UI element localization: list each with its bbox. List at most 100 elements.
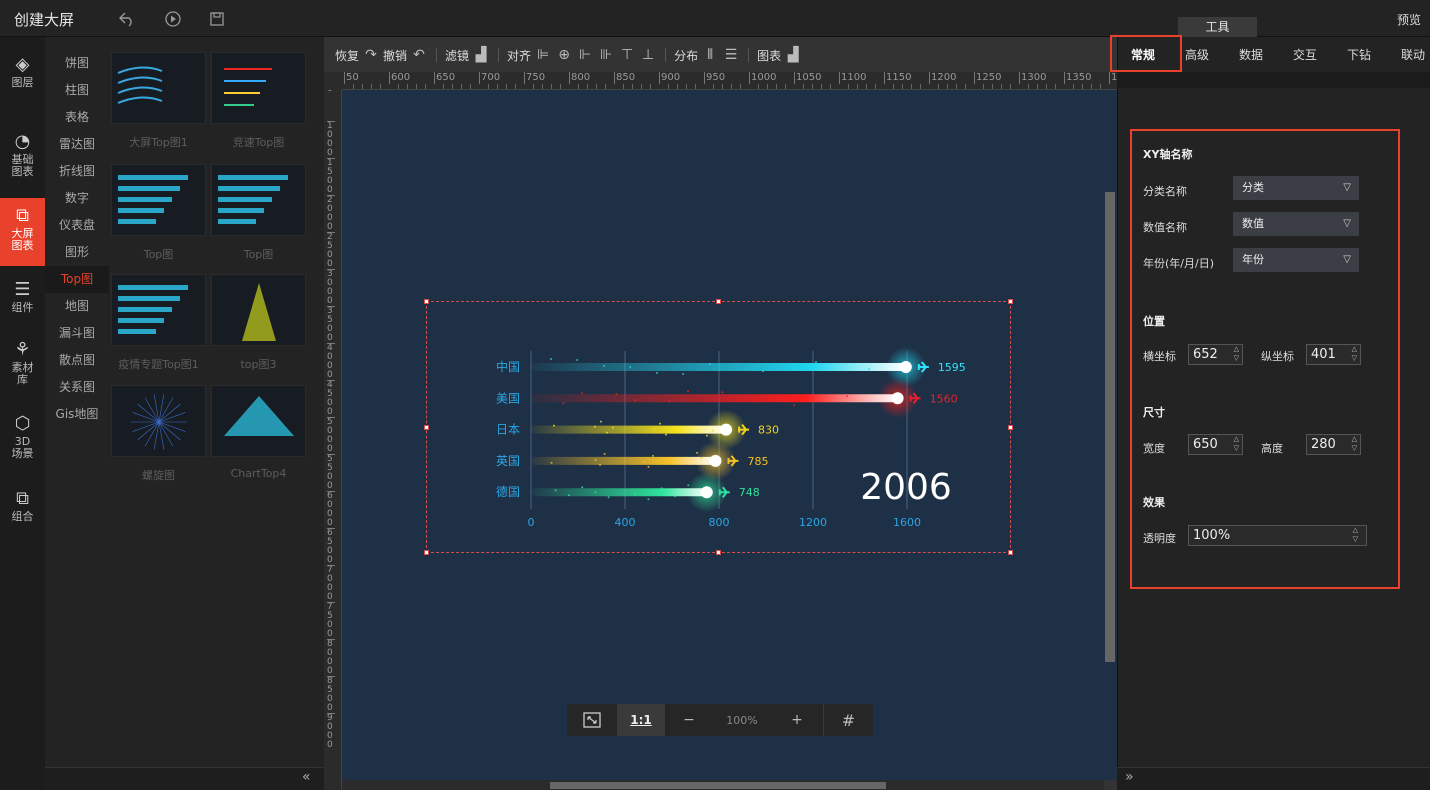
width-input[interactable]: 650 △ ▽ bbox=[1188, 434, 1243, 455]
sidebar-item-7[interactable]: ⧉ 组合 bbox=[0, 485, 45, 529]
category-item[interactable]: 柱图 bbox=[45, 77, 109, 104]
resize-handle[interactable] bbox=[424, 550, 429, 555]
resize-handle[interactable] bbox=[716, 299, 721, 304]
tab-2[interactable]: 高级 bbox=[1172, 44, 1222, 66]
ruler-label: 1300 bbox=[1019, 72, 1047, 84]
year-label: 年份(年/月/日) bbox=[1143, 257, 1214, 270]
chart-thumbnail[interactable] bbox=[211, 385, 306, 457]
tab-5[interactable]: 下钻 bbox=[1334, 44, 1384, 66]
undo-arrow-icon[interactable]: ↶ bbox=[410, 47, 428, 63]
category-item[interactable]: 地图 bbox=[45, 293, 109, 320]
category-item[interactable]: 数字 bbox=[45, 185, 109, 212]
stepper-icon[interactable]: △ ▽ bbox=[1352, 345, 1357, 363]
ruler-label: 7000 bbox=[327, 565, 335, 602]
resize-handle[interactable] bbox=[716, 550, 721, 555]
height-input[interactable]: 280 △ ▽ bbox=[1306, 434, 1361, 455]
vertical-scrollbar[interactable] bbox=[1104, 90, 1117, 780]
sidebar-item-6[interactable]: ⬡ 3D场景 bbox=[0, 410, 45, 468]
stepper-icon[interactable]: △ ▽ bbox=[1234, 435, 1239, 453]
resize-handle[interactable] bbox=[1008, 550, 1013, 555]
save-icon[interactable] bbox=[208, 10, 226, 28]
ruler-label: 0 bbox=[327, 90, 335, 94]
chart-thumbnail[interactable] bbox=[111, 385, 206, 457]
right-collapse-bar bbox=[1117, 767, 1430, 790]
stepper-icon[interactable]: △ ▽ bbox=[1234, 345, 1239, 363]
sidebar-item-3[interactable]: ⧉ 大屏图表 bbox=[0, 198, 45, 266]
scroll-thumb[interactable] bbox=[1105, 192, 1115, 662]
redo-icon[interactable]: ↷ bbox=[362, 47, 380, 63]
distribute-v-icon[interactable]: ☰ bbox=[722, 47, 740, 63]
vertical-ruler: 0 100015002000250030003500400045005000550… bbox=[324, 90, 342, 790]
undo-button[interactable]: 撤销 bbox=[383, 47, 407, 64]
category-item[interactable]: 饼图 bbox=[45, 50, 109, 77]
sidebar-item-1[interactable]: ◈ 图层 bbox=[0, 51, 45, 91]
sidebar-item-4[interactable]: ☰ 组件 bbox=[0, 276, 45, 320]
x-coord-input[interactable]: 652 △ ▽ bbox=[1188, 344, 1243, 365]
input-value: 100% bbox=[1193, 528, 1231, 543]
align-left-icon[interactable]: ⊫ bbox=[534, 47, 552, 63]
actual-size-button[interactable]: 1:1 bbox=[617, 704, 665, 736]
sidebar-item-2[interactable]: ◔ 基础图表 bbox=[0, 128, 45, 186]
tab-6[interactable]: 联动 bbox=[1388, 44, 1430, 66]
category-item[interactable]: 表格 bbox=[45, 104, 109, 131]
category-item[interactable]: Gis地图 bbox=[45, 401, 109, 428]
category-item[interactable]: Top图 bbox=[45, 266, 109, 293]
grid-icon[interactable]: # bbox=[823, 704, 873, 736]
chart-icon[interactable]: ▟ bbox=[784, 47, 802, 63]
category-item[interactable]: 折线图 bbox=[45, 158, 109, 185]
chart-thumbnail[interactable] bbox=[111, 52, 206, 124]
chart-button[interactable]: 图表 bbox=[757, 47, 781, 64]
collapse-left-icon[interactable]: « bbox=[302, 769, 311, 785]
chart-thumbnail[interactable] bbox=[211, 52, 306, 124]
play-icon[interactable] bbox=[164, 10, 182, 28]
resize-handle[interactable] bbox=[1008, 299, 1013, 304]
chart-thumbnail[interactable] bbox=[211, 164, 306, 236]
chart-thumbnail[interactable] bbox=[111, 164, 206, 236]
zoom-in-button[interactable]: + bbox=[771, 704, 823, 736]
tab-4[interactable]: 交互 bbox=[1280, 44, 1330, 66]
fit-screen-icon[interactable] bbox=[567, 704, 617, 736]
category-item[interactable]: 雷达图 bbox=[45, 131, 109, 158]
resize-handle[interactable] bbox=[1008, 425, 1013, 430]
horizontal-scrollbar[interactable] bbox=[342, 780, 1104, 790]
distribute-h-icon[interactable]: ⦀ bbox=[701, 47, 719, 63]
horizontal-ruler: 50 600 650 700 750 800 850 900 950 1000 1050 1100 11… bbox=[342, 72, 1117, 90]
align-top-icon[interactable]: ⊤ bbox=[618, 47, 636, 63]
combine-icon: ⧉ bbox=[16, 488, 29, 509]
y-coord-input[interactable]: 401 △ ▽ bbox=[1306, 344, 1361, 365]
tools-tab[interactable]: 工具 bbox=[1178, 17, 1257, 37]
category-name-select[interactable]: 分类 ▽ bbox=[1233, 176, 1359, 200]
align-button[interactable]: 对齐 bbox=[507, 47, 531, 64]
sidebar-item-5[interactable]: ⚘ 素材库 bbox=[0, 336, 45, 396]
redo-button[interactable]: 恢复 bbox=[335, 47, 359, 64]
thumbnail-preview bbox=[118, 175, 188, 224]
stepper-icon[interactable]: △ ▽ bbox=[1352, 435, 1357, 453]
value-name-select[interactable]: 数值 ▽ bbox=[1233, 212, 1359, 236]
align-middle-icon[interactable]: ⊪ bbox=[597, 47, 615, 63]
year-select[interactable]: 年份 ▽ bbox=[1233, 248, 1359, 272]
scroll-thumb[interactable] bbox=[550, 782, 886, 789]
filter-chart-icon[interactable]: ▟ bbox=[472, 47, 490, 63]
preview-button[interactable]: 预览 bbox=[1397, 11, 1421, 28]
stepper-icon[interactable]: △ ▽ bbox=[1353, 526, 1358, 544]
align-bottom-icon[interactable]: ⊥ bbox=[639, 47, 657, 63]
tab-3[interactable]: 数据 bbox=[1226, 44, 1276, 66]
undo-icon[interactable] bbox=[118, 10, 136, 28]
category-item[interactable]: 散点图 bbox=[45, 347, 109, 374]
category-item[interactable]: 关系图 bbox=[45, 374, 109, 401]
zoom-out-button[interactable]: − bbox=[665, 704, 713, 736]
category-item[interactable]: 图形 bbox=[45, 239, 109, 266]
distribute-button[interactable]: 分布 bbox=[674, 47, 698, 64]
chart-thumbnail[interactable] bbox=[111, 274, 206, 346]
opacity-input[interactable]: 100% △ ▽ bbox=[1188, 525, 1367, 546]
filter-button[interactable]: 滤镜 bbox=[445, 47, 469, 64]
category-item[interactable]: 仪表盘 bbox=[45, 212, 109, 239]
resize-handle[interactable] bbox=[424, 299, 429, 304]
collapse-right-icon[interactable]: » bbox=[1125, 769, 1134, 785]
align-right-icon[interactable]: ⊩ bbox=[576, 47, 594, 63]
category-item[interactable]: 漏斗图 bbox=[45, 320, 109, 347]
chart-thumbnail[interactable] bbox=[211, 274, 306, 346]
tab-1[interactable]: 常规 bbox=[1118, 44, 1168, 66]
align-center-icon[interactable]: ⊕ bbox=[555, 47, 573, 63]
resize-handle[interactable] bbox=[424, 425, 429, 430]
